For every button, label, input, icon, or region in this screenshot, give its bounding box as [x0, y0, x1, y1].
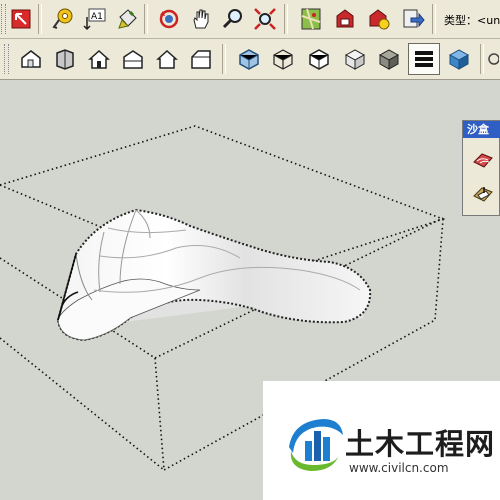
right-view-icon[interactable] — [118, 44, 148, 74]
export-icon[interactable] — [398, 4, 428, 34]
hidden-line-style-icon[interactable] — [304, 44, 334, 74]
styles-blue-icon[interactable] — [444, 44, 474, 74]
wireframe-style-icon[interactable] — [268, 44, 298, 74]
sandbox-panel-title[interactable]: 沙盒 — [463, 121, 500, 138]
pan-hand-icon[interactable] — [186, 4, 216, 34]
main-toolbar: A1 类型：<un — [0, 0, 500, 39]
monochrome-style-icon — [415, 51, 433, 67]
toolbar-separator — [144, 4, 148, 34]
views-toolbar — [0, 39, 500, 80]
xray-style-icon[interactable] — [234, 44, 264, 74]
left-view-icon[interactable] — [186, 44, 216, 74]
front-view-icon[interactable] — [84, 44, 114, 74]
more-tools-icon[interactable] — [484, 44, 500, 74]
civilcn-logo-icon — [289, 419, 343, 471]
sandbox-panel: 沙盒 — [462, 120, 500, 216]
share-component-icon[interactable] — [364, 4, 394, 34]
warehouse-get-icon[interactable] — [330, 4, 360, 34]
toolbar-separator — [432, 4, 436, 34]
monochrome-style-pressed-button[interactable] — [408, 43, 440, 75]
toolbar-separator — [38, 4, 42, 34]
toolbar-grip[interactable] — [4, 44, 9, 74]
sandbox-from-scratch-icon[interactable] — [469, 179, 497, 207]
back-view-icon[interactable] — [152, 44, 182, 74]
dimension-text-icon[interactable]: A1 — [80, 4, 110, 34]
orbit-icon[interactable] — [154, 4, 184, 34]
sandbox-terrain-surface[interactable] — [56, 208, 372, 342]
iso-view-icon[interactable] — [16, 44, 46, 74]
top-view-icon[interactable] — [50, 44, 80, 74]
paint-bucket-icon[interactable] — [112, 4, 142, 34]
map-icon[interactable] — [296, 4, 326, 34]
select-red-icon[interactable] — [6, 4, 36, 34]
watermark: 土木工程网 www.civilcn.com — [263, 381, 500, 500]
dimension-text-label: A1 — [91, 12, 103, 22]
shaded-style-icon[interactable] — [340, 44, 370, 74]
entity-type-label: 类型：<un — [444, 14, 500, 27]
toolbar-separator — [284, 4, 288, 34]
zoom-extents-icon[interactable] — [250, 4, 280, 34]
tape-measure-icon[interactable] — [48, 4, 78, 34]
shaded-textures-style-icon[interactable] — [374, 44, 404, 74]
zoom-icon[interactable] — [218, 4, 248, 34]
watermark-url: www.civilcn.com — [349, 461, 449, 475]
toolbar-separator — [222, 44, 226, 74]
watermark-title: 土木工程网 — [345, 427, 496, 461]
sandbox-from-contours-icon[interactable] — [469, 145, 497, 173]
